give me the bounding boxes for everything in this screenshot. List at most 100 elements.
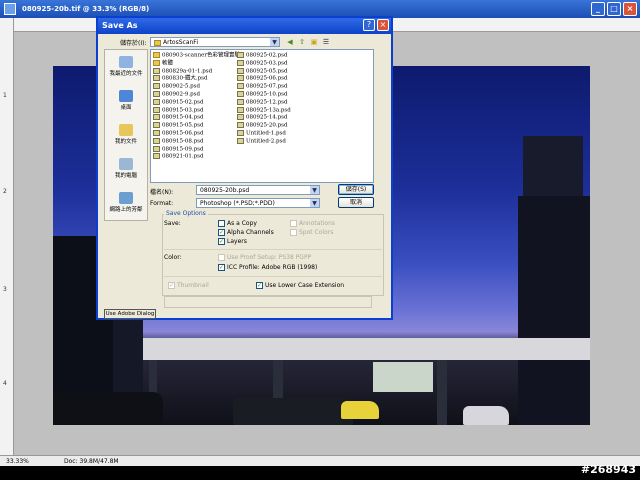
vertical-ruler: 1 2 3 4 (0, 18, 14, 455)
checkbox-box (290, 220, 297, 227)
file-item[interactable]: 080903-scanner色彩管理實驗 (153, 52, 240, 60)
as-a-copy-checkbox[interactable]: As a Copy (218, 220, 257, 227)
divider (164, 276, 382, 277)
lowercase-extension-checkbox[interactable]: ✓ Use Lower Case Extension (256, 282, 344, 289)
place-my-computer[interactable]: 我的電腦 (105, 158, 147, 179)
file-name: 080925-20.psd (246, 122, 288, 129)
save-as-dialog: Save As ? × 儲存於(I): ArtosScanFi ▼ ◀ ⇧ ▣ … (96, 16, 393, 320)
checkbox-box (218, 220, 225, 227)
place-my-documents[interactable]: 我的文件 (105, 124, 147, 145)
file-item[interactable]: 080925-07.psd (237, 83, 291, 91)
file-name: 080830-鐵大.psd (162, 75, 208, 82)
watermark-id: #268943 (580, 463, 636, 476)
file-item[interactable]: Untitled-1.psd (237, 129, 291, 138)
desktop-icon (119, 90, 133, 102)
photoshop-doc-icon (4, 3, 16, 15)
checkbox-label: Use Lower Case Extension (265, 282, 345, 289)
new-folder-icon[interactable]: ▣ (310, 38, 318, 46)
view-menu-icon[interactable]: ☰ (322, 38, 330, 46)
file-item[interactable]: 080902-5.psd (153, 83, 240, 91)
file-item[interactable]: 080925-10.psd (237, 90, 291, 99)
save-in-dropdown[interactable]: ArtosScanFi ▼ (150, 37, 280, 47)
file-name: 080925-10.psd (246, 91, 288, 98)
warning-area (164, 296, 372, 308)
chevron-down-icon: ▼ (310, 199, 319, 207)
spot-colors-checkbox: Spot Colors (290, 229, 333, 236)
psd-file-icon (153, 83, 160, 90)
place-desktop[interactable]: 桌面 (105, 90, 147, 111)
place-label: 桌面 (120, 105, 132, 111)
close-document-button[interactable]: × (623, 2, 637, 16)
psd-file-icon (153, 98, 160, 105)
psd-file-icon (237, 106, 244, 113)
psd-file-icon (237, 52, 244, 58)
file-item[interactable]: Untitled-2.psd (237, 137, 291, 146)
cancel-button[interactable]: 取消 (338, 197, 374, 208)
psd-file-icon (153, 106, 160, 113)
file-item[interactable]: 080829a-01-1.psd (153, 67, 240, 76)
psd-file-icon (237, 122, 244, 129)
file-item[interactable]: 080830-鐵大.psd (153, 75, 240, 83)
checkbox-label: As a Copy (227, 220, 257, 227)
maximize-button[interactable]: □ (607, 2, 621, 16)
format-label: Format: (150, 200, 174, 207)
file-item[interactable]: 080915-02.psd (153, 98, 240, 107)
help-button[interactable]: ? (363, 19, 375, 31)
file-list-column: 080903-scanner色彩管理實驗 軟體 080829a-01-1.psd 08… (153, 52, 240, 161)
checkmark-icon: ✓ (168, 282, 175, 289)
layers-checkbox[interactable]: ✓ Layers (218, 238, 247, 245)
alpha-channels-checkbox[interactable]: ✓ Alpha Channels (218, 229, 274, 236)
psd-file-icon (153, 153, 160, 160)
file-item[interactable]: 080925-05.psd (237, 67, 291, 76)
dialog-title-bar[interactable]: Save As (98, 18, 391, 34)
file-item[interactable]: 080902-9.psd (153, 90, 240, 99)
psd-file-icon (153, 122, 160, 129)
file-item[interactable]: 080915-09.psd (153, 145, 240, 154)
file-item[interactable]: 080925-14.psd (237, 114, 291, 122)
use-adobe-dialog-button[interactable]: Use Adobe Dialog (104, 309, 156, 319)
checkmark-icon: ✓ (218, 264, 225, 271)
folder-icon (153, 59, 160, 66)
file-item[interactable]: 080921-01.psd (153, 153, 240, 161)
filename-input[interactable]: 080925-20b.psd ▼ (196, 185, 320, 195)
file-item[interactable]: 080925-03.psd (237, 59, 291, 68)
psd-file-icon (237, 98, 244, 105)
save-options-title: Save Options (164, 210, 208, 217)
place-recent[interactable]: 我最近的文件 (105, 56, 147, 77)
psd-file-icon (153, 114, 160, 121)
file-item[interactable]: 080925-02.psd (237, 52, 291, 60)
file-item[interactable]: 080915-08.psd (153, 137, 240, 146)
file-item[interactable]: 080925-06.psd (237, 75, 291, 83)
checkbox-label: Alpha Channels (227, 229, 274, 236)
format-dropdown[interactable]: Photoshop (*.PSD;*.PDD) ▼ (196, 198, 320, 208)
save-label: Save: (164, 220, 181, 227)
file-name: 080915-04.psd (162, 114, 204, 121)
file-list[interactable]: 080903-scanner色彩管理實驗 軟體 080829a-01-1.psd 08… (150, 49, 374, 183)
file-name: 080925-13a.psd (246, 107, 291, 114)
psd-file-icon (153, 90, 160, 97)
file-item[interactable]: 080915-03.psd (153, 106, 240, 115)
close-dialog-button[interactable]: × (377, 19, 389, 31)
file-name: 080925-14.psd (246, 114, 288, 121)
file-item[interactable]: 080915-04.psd (153, 114, 240, 122)
back-icon[interactable]: ◀ (286, 38, 294, 46)
up-folder-icon[interactable]: ⇧ (298, 38, 306, 46)
file-name: 080921-01.psd (162, 153, 204, 160)
icc-profile-checkbox[interactable]: ✓ ICC Profile: Adobe RGB (1998) (218, 264, 317, 271)
file-item[interactable]: 080925-12.psd (237, 98, 291, 107)
file-item[interactable]: 軟體 (153, 59, 240, 68)
place-network[interactable]: 網路上的芳鄰 (105, 192, 147, 213)
file-item[interactable]: 080915-05.psd (153, 122, 240, 130)
psd-file-icon (153, 137, 160, 144)
psd-file-icon (237, 137, 244, 144)
file-item[interactable]: 080915-06.psd (153, 129, 240, 138)
file-name: 080925-12.psd (246, 99, 288, 106)
psd-file-icon (153, 129, 160, 136)
file-name: 080902-5.psd (162, 83, 200, 90)
checkmark-icon: ✓ (256, 282, 263, 289)
minimize-button[interactable]: _ (591, 2, 605, 16)
file-item[interactable]: 080925-20.psd (237, 122, 291, 130)
file-item[interactable]: 080925-13a.psd (237, 106, 291, 115)
save-button[interactable]: 儲存(S) (338, 184, 374, 195)
file-name: 080903-scanner色彩管理實驗 (162, 52, 241, 59)
